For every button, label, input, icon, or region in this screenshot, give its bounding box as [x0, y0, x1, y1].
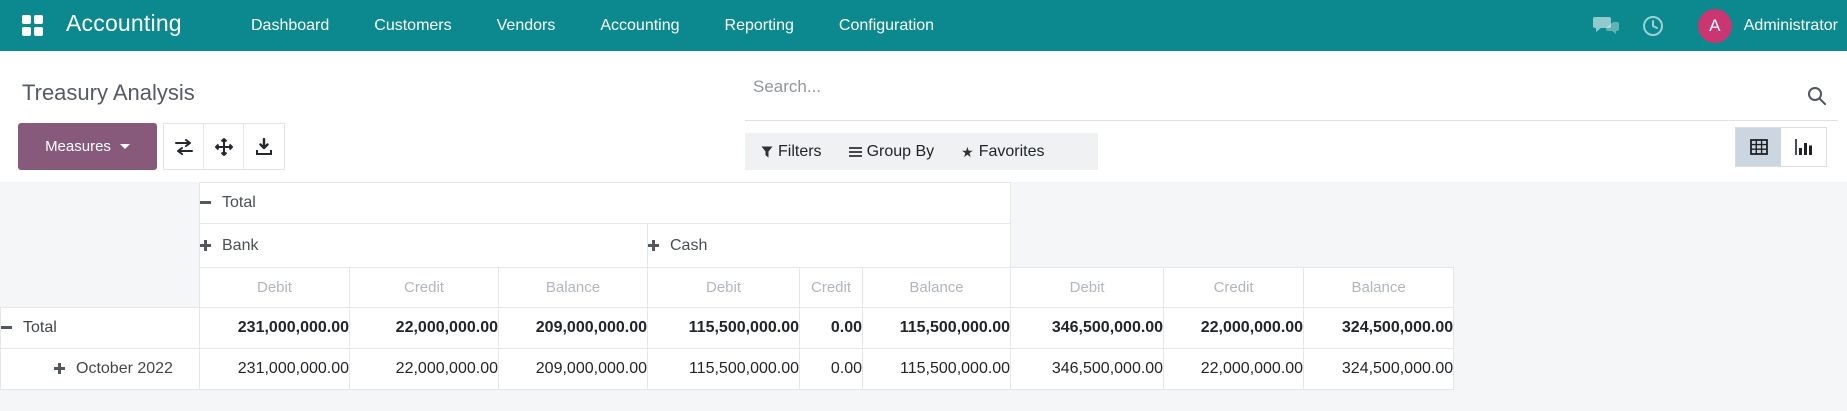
pivot-view-button[interactable] — [1736, 128, 1781, 166]
flip-axis-icon — [174, 138, 193, 155]
cell-value: 346,500,000.00 — [1010, 307, 1165, 349]
cell-value: 231,000,000.00 — [199, 348, 350, 390]
cell-value: 22,000,000.00 — [1163, 348, 1305, 390]
cell-value: 115,500,000.00 — [647, 348, 800, 390]
measure-header-debit[interactable]: Debit — [647, 267, 800, 308]
col-header-total[interactable]: Total — [198, 182, 1012, 224]
group-by-list-icon — [848, 146, 862, 157]
row-header-october-2022[interactable]: October 2022 — [0, 348, 200, 390]
search-facet-bar: Filters Group By ★ Favorites — [745, 133, 1098, 170]
cell-value: 22,000,000.00 — [349, 348, 499, 390]
filters-label: Filters — [778, 142, 822, 160]
download-xlsx-button[interactable] — [244, 124, 284, 169]
search-icon — [1808, 87, 1826, 105]
control-panel: Treasury Analysis Measures Search... Fil… — [0, 51, 1847, 182]
pivot-blank — [1011, 224, 1454, 268]
table-row-total: Total 231,000,000.00 22,000,000.00 209,0… — [0, 307, 1455, 349]
pivot-corner — [1, 224, 200, 268]
search-box — [745, 60, 1838, 121]
messages-icon[interactable] — [1592, 13, 1622, 39]
group-by-label: Group By — [866, 142, 935, 160]
favorites-button[interactable]: ★ Favorites — [961, 143, 1044, 161]
star-icon: ★ — [961, 143, 974, 160]
measure-header-balance[interactable]: Balance — [498, 267, 648, 308]
measures-button-label: Measures — [45, 138, 111, 155]
graph-view-button[interactable] — [1781, 128, 1826, 166]
download-icon — [256, 138, 272, 155]
measures-header-row: Debit Credit Balance Debit Credit Balanc… — [1, 267, 1455, 308]
cell-value: 0.00 — [799, 307, 863, 349]
menu-item-accounting[interactable]: Accounting — [600, 17, 679, 35]
page-title: Treasury Analysis — [22, 80, 195, 105]
search-input[interactable] — [745, 60, 1838, 121]
favorites-label: Favorites — [978, 142, 1045, 160]
clock-icon — [1642, 15, 1663, 36]
menu-item-configuration[interactable]: Configuration — [839, 17, 934, 35]
apps-menu-icon[interactable] — [22, 15, 43, 36]
expand-all-button[interactable] — [204, 124, 244, 169]
expand-icon — [54, 363, 65, 375]
top-navbar: Accounting Dashboard Customers Vendors A… — [0, 0, 1847, 51]
menu-item-vendors[interactable]: Vendors — [497, 17, 556, 35]
measure-header-balance[interactable]: Balance — [861, 267, 1012, 308]
pivot-corner — [1, 268, 200, 308]
cell-value: 324,500,000.00 — [1303, 348, 1455, 390]
col-header-bank[interactable]: Bank — [199, 223, 648, 268]
group-by-button[interactable]: Group By — [848, 142, 935, 161]
user-name[interactable]: Administrator — [1744, 17, 1838, 35]
cell-value: 346,500,000.00 — [1010, 348, 1165, 390]
pivot-corner — [1, 183, 200, 224]
cell-value: 324,500,000.00 — [1303, 307, 1455, 349]
measures-button[interactable]: Measures — [18, 123, 157, 170]
content-area: Total Bank Cash Debit Credit Balance Deb… — [0, 182, 1847, 411]
search-button[interactable] — [1807, 86, 1826, 105]
user-avatar[interactable]: A — [1697, 8, 1732, 43]
activities-clock-icon[interactable] — [1638, 13, 1668, 39]
table-row-october-2022: October 2022 231,000,000.00 22,000,000.0… — [0, 348, 1455, 390]
measure-header-debit[interactable]: Debit — [1010, 267, 1165, 308]
cell-value: 22,000,000.00 — [349, 307, 499, 349]
view-switcher — [1735, 127, 1827, 167]
cell-value: 22,000,000.00 — [1163, 307, 1305, 349]
row-header-total[interactable]: Total — [0, 307, 200, 349]
filter-funnel-icon — [761, 146, 773, 157]
pivot-table: Total Bank Cash Debit Credit Balance Deb… — [0, 182, 1455, 390]
main-menu: Dashboard Customers Vendors Accounting R… — [251, 0, 934, 51]
col-group-header-row: Bank Cash — [1, 223, 1454, 268]
app-brand-title[interactable]: Accounting — [66, 10, 182, 37]
col-header-cash[interactable]: Cash — [646, 223, 1012, 268]
measure-header-debit[interactable]: Debit — [199, 267, 350, 308]
cell-value: 209,000,000.00 — [498, 307, 648, 349]
measure-header-credit[interactable]: Credit — [799, 267, 863, 308]
measure-header-balance[interactable]: Balance — [1303, 267, 1455, 308]
bar-chart-icon — [1794, 139, 1812, 155]
menu-item-reporting[interactable]: Reporting — [725, 17, 794, 35]
pivot-toolbar — [163, 123, 285, 170]
expand-icon — [200, 239, 211, 251]
table-grid-icon — [1749, 139, 1768, 155]
cell-value: 115,500,000.00 — [861, 307, 1012, 349]
collapse-icon — [1, 326, 12, 330]
chat-bubbles-icon — [1593, 16, 1620, 34]
cell-value: 209,000,000.00 — [498, 348, 648, 390]
cell-value: 115,500,000.00 — [647, 307, 800, 349]
measure-header-credit[interactable]: Credit — [1163, 267, 1305, 308]
flip-axis-button[interactable] — [164, 124, 204, 169]
chevron-down-icon — [119, 144, 130, 149]
cell-value: 115,500,000.00 — [861, 348, 1012, 390]
expand-all-icon — [214, 137, 233, 156]
pivot-blank — [1011, 183, 1454, 224]
navbar-right: A Administrator — [1592, 0, 1838, 51]
menu-item-dashboard[interactable]: Dashboard — [251, 17, 329, 35]
measure-header-credit[interactable]: Credit — [349, 267, 499, 308]
menu-item-customers[interactable]: Customers — [374, 17, 451, 35]
collapse-icon — [200, 201, 211, 205]
cell-value: 0.00 — [799, 348, 863, 390]
cell-value: 231,000,000.00 — [199, 307, 350, 349]
expand-icon — [648, 239, 659, 251]
filters-button[interactable]: Filters — [761, 143, 822, 161]
col-root-header-row: Total — [1, 182, 1454, 224]
